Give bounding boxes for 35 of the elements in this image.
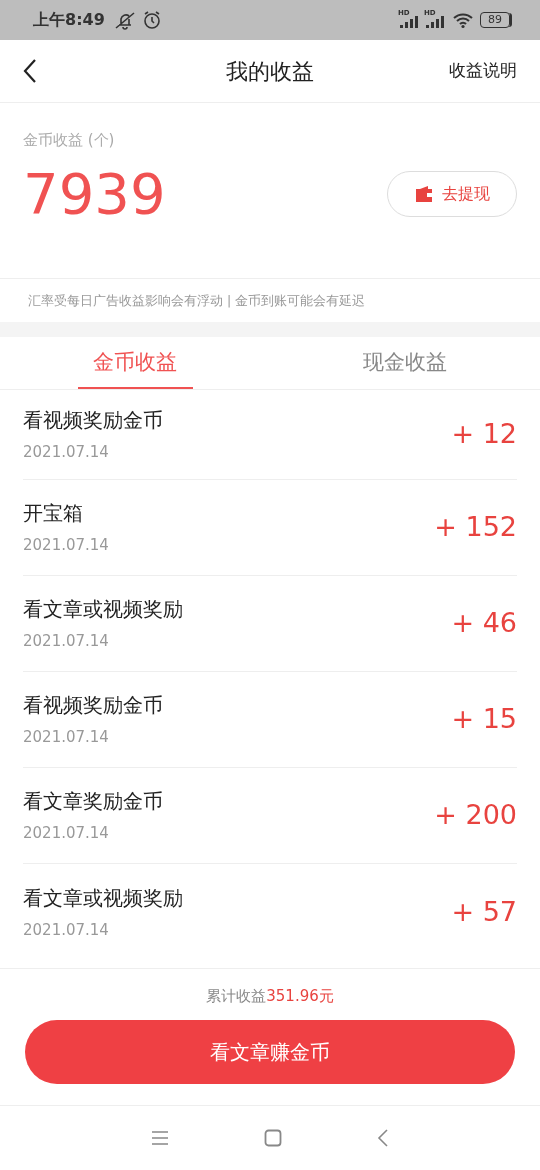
record-amount: + 152 xyxy=(434,510,517,545)
back-icon[interactable] xyxy=(377,1129,389,1147)
record-title: 看文章或视频奖励 xyxy=(23,596,183,624)
earn-coins-button[interactable]: 看文章赚金币 xyxy=(25,1019,515,1084)
wifi-icon xyxy=(452,11,474,29)
coin-amount: 7939 xyxy=(23,165,166,222)
wallet-icon xyxy=(414,184,434,203)
record-amount: + 12 xyxy=(451,417,517,452)
tab[interactable]: 现金收益 xyxy=(270,337,540,389)
record-date: 2021.07.14 xyxy=(23,442,110,464)
record-title: 看视频奖励金币 xyxy=(23,407,163,435)
record-title: 看文章或视频奖励 xyxy=(23,884,183,912)
record-title: 看视频奖励金币 xyxy=(23,692,163,720)
record-date: 2021.07.14 xyxy=(23,535,109,557)
menu-icon[interactable] xyxy=(151,1130,169,1146)
coin-earnings-label: 金币收益 (个) xyxy=(23,130,116,151)
record-amount: + 57 xyxy=(451,894,517,929)
battery-icon: 89 xyxy=(480,12,510,28)
record-title: 开宝箱 xyxy=(23,500,84,528)
total-earnings-text: 累计收益351.96元 xyxy=(206,987,334,1005)
status-time: 上午8:49 xyxy=(33,9,105,31)
record-amount: + 46 xyxy=(451,606,517,641)
earnings-info-link[interactable]: 收益说明 xyxy=(449,58,517,84)
page-title: 我的收益 xyxy=(226,58,314,84)
record-date: 2021.07.14 xyxy=(23,631,110,653)
record-title: 看文章奖励金币 xyxy=(23,788,163,816)
record-date: 2021.07.14 xyxy=(23,919,110,941)
record-date: 2021.07.14 xyxy=(23,823,110,845)
withdraw-button[interactable]: 去提现 xyxy=(387,170,517,217)
record-amount: + 15 xyxy=(451,702,517,737)
record-date: 2021.07.14 xyxy=(23,727,110,749)
tab[interactable]: 金币收益 xyxy=(0,337,270,389)
home-icon[interactable] xyxy=(264,1129,282,1147)
record-amount: + 200 xyxy=(434,798,517,833)
back-button[interactable] xyxy=(23,58,37,84)
